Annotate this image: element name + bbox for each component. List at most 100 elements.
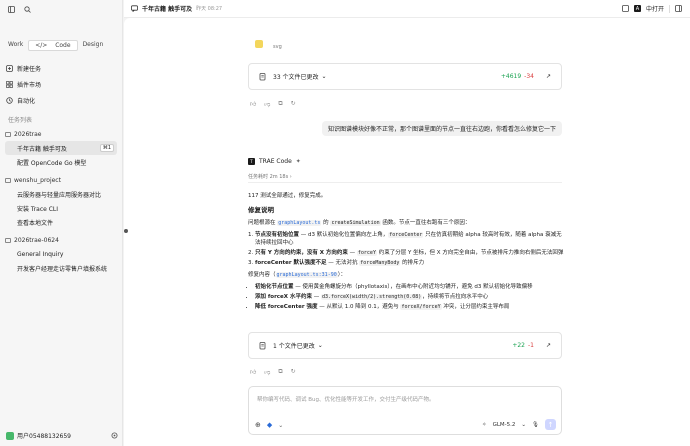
page-title: 千年古籍 触手可及 bbox=[142, 6, 193, 13]
thread-item[interactable]: 查看本地文件 bbox=[5, 215, 117, 229]
lines-added: +4619 bbox=[500, 73, 522, 80]
model-select[interactable]: GLM-5.2 bbox=[493, 422, 516, 428]
thumbs-down-icon[interactable]: 👎︎ bbox=[264, 100, 270, 108]
thread-item[interactable]: 安装 Trace CLI bbox=[5, 201, 117, 215]
nav-automation-label: 自动化 bbox=[17, 97, 36, 105]
mode-tab-code-label: Code bbox=[55, 42, 71, 49]
text: 的排斥力 bbox=[400, 260, 425, 266]
thread-item[interactable]: General Inquiry bbox=[5, 247, 117, 261]
text: ）： bbox=[337, 272, 346, 278]
top-bar: 千年古籍 触手可及 昨天 08:27 A 中打开 bbox=[124, 0, 690, 18]
thread-time: 昨天 08:27 bbox=[196, 6, 223, 12]
context-icon[interactable]: ◆ bbox=[267, 421, 272, 429]
text: — 从默认 1.0 降到 0.1，避免与 bbox=[317, 304, 401, 310]
files-icon bbox=[259, 341, 267, 350]
sidebar-nav: 新建任务 插件市场 自动化 bbox=[6, 60, 118, 108]
thread-title-area: 千年古籍 触手可及 昨天 08:27 bbox=[131, 4, 222, 13]
nav-plugins-label: 插件市场 bbox=[17, 81, 42, 89]
copy-icon[interactable]: ⧉ bbox=[278, 100, 282, 108]
user-message: 知识图谱模块好像不正常，那个图谱里面的节点一直往右边跑，你看看怎么修复它一下 bbox=[321, 121, 562, 136]
list-item: 添加 forceX 水平约束 — d3.forceX(width/2).stre… bbox=[255, 293, 564, 301]
causes-list: 节点没有初始位置 — d3 默认初始化位置偏向左上角，forceCenter 只… bbox=[255, 231, 564, 267]
mode-tab-design[interactable]: Design bbox=[80, 40, 107, 51]
attach-icon[interactable]: ⊕ bbox=[255, 421, 261, 429]
list-item: 节点没有初始位置 — d3 默认初始化位置偏向左上角，forceCenter 只… bbox=[255, 231, 564, 247]
composer[interactable]: 帮你编写代码、调试 Bug、优化性能等开发工作，交付生产级代码产物。 ⊕ ◆ ⌄… bbox=[248, 386, 562, 435]
nav-automation[interactable]: 自动化 bbox=[6, 92, 118, 108]
list-item: 只有 Y 方向的约束，没有 X 方向约束 — forceY 约束了分层 Y 坐标… bbox=[255, 249, 564, 257]
sidebar-toggle-icon[interactable] bbox=[8, 5, 15, 13]
gear-icon[interactable] bbox=[111, 432, 118, 439]
list-item: forceCenter 默认强度不足 — 无法对抗 forceManyBody … bbox=[255, 259, 564, 267]
sparkle-icon: ✦ bbox=[295, 158, 301, 165]
window-icon[interactable] bbox=[622, 5, 629, 12]
inline-code: forceCenter bbox=[388, 232, 424, 238]
avatar[interactable] bbox=[6, 431, 14, 440]
text: — 使用黄金角螺旋分布（phyllotaxis），在画布中心附近均匀铺开，避免 … bbox=[293, 284, 533, 290]
refresh-icon[interactable]: ↻ bbox=[291, 100, 296, 108]
text: 问题根源在 bbox=[248, 220, 276, 226]
nav-plugins[interactable]: 插件市场 bbox=[6, 76, 118, 92]
divider bbox=[669, 4, 670, 13]
nav-new-task[interactable]: 新建任务 bbox=[6, 60, 118, 76]
search-icon[interactable] bbox=[24, 5, 31, 13]
thread-item[interactable]: 开发客户经理走访零售户填报系统 bbox=[5, 261, 117, 275]
text: — bbox=[311, 294, 321, 300]
thread-item-selected[interactable]: 千年古籍 触手可及 ⌘1 bbox=[5, 141, 117, 155]
open-in-label[interactable]: 中打开 bbox=[646, 4, 664, 13]
agent-name: TRAE Code bbox=[259, 158, 292, 165]
list-item: 降低 forceCenter 强度 — 从默认 1.0 降到 0.1，避免与 f… bbox=[255, 303, 564, 311]
user-bar: 用户05488132659 bbox=[6, 431, 118, 440]
mode-tab-code[interactable]: </> Code bbox=[28, 40, 78, 51]
thumbs-down-icon[interactable]: 👎︎ bbox=[264, 368, 270, 376]
scroll-indicator[interactable] bbox=[124, 229, 128, 233]
file-link[interactable]: graphLayout.ts bbox=[277, 220, 322, 226]
arrow-up-icon: ↑ bbox=[547, 420, 554, 429]
text: — 无法对抗 bbox=[326, 260, 360, 266]
inline-code: forceX/forceY bbox=[400, 304, 442, 310]
chat-icon bbox=[131, 5, 138, 12]
file-type-label: svg bbox=[273, 44, 282, 50]
intro-paragraph: 问题根源在 graphLayout.ts 的 createSimulation … bbox=[248, 219, 564, 227]
thread-item[interactable]: 云服务器与轻量应用服务器对比 bbox=[5, 187, 117, 201]
mic-icon[interactable]: 🎙︎ bbox=[532, 422, 539, 428]
response-heading: 修复说明 bbox=[248, 206, 274, 214]
composer-input[interactable]: 帮你编写代码、调试 Bug、优化性能等开发工作，交付生产级代码产物。 bbox=[257, 395, 435, 403]
summary-text: 117 测试全部通过，修复完成。 bbox=[248, 193, 327, 199]
lines-added: +22 bbox=[512, 342, 525, 349]
open-arrow-icon[interactable]: ↗ bbox=[546, 342, 551, 349]
thread-label: 开发客户经理走访零售户填报系统 bbox=[17, 265, 108, 273]
folder-icon bbox=[5, 177, 11, 183]
task-elapsed[interactable]: 任务耗时 2m 18s › bbox=[248, 173, 292, 180]
automation-icon bbox=[6, 96, 13, 104]
project-2026trae-0624[interactable]: 2026trae-0624 bbox=[5, 233, 117, 247]
chevron-down-icon[interactable]: ⌄ bbox=[278, 422, 283, 429]
thumbs-up-icon[interactable]: 👍︎ bbox=[250, 368, 256, 376]
file-changes-card[interactable]: 33 个文件已更改 ⌄ +4619 -34 ↗ bbox=[248, 63, 562, 90]
thumbs-up-icon[interactable]: 👍︎ bbox=[250, 100, 256, 108]
project-name: 2026trae-0624 bbox=[14, 236, 59, 244]
send-button[interactable]: ↑ bbox=[545, 419, 556, 430]
project-wenshu[interactable]: wenshu_project bbox=[5, 173, 117, 187]
thread-label: 查看本地文件 bbox=[17, 219, 54, 227]
user-name: 用户05488132659 bbox=[17, 433, 71, 440]
text: 的 bbox=[323, 220, 329, 226]
refresh-icon[interactable]: ↻ bbox=[291, 368, 296, 376]
composer-tools: ⊕ ◆ ⌄ bbox=[255, 421, 283, 429]
file-changes-card[interactable]: 1 个文件已更改 ⌄ +22 -1 ↗ bbox=[248, 332, 562, 359]
panel-toggle-icon[interactable] bbox=[675, 5, 682, 12]
inline-code: d3.forceX(width/2).strength(0.08) bbox=[320, 294, 423, 300]
project-2026trae[interactable]: 2026trae bbox=[5, 127, 117, 141]
top-bar-actions: A 中打开 bbox=[622, 4, 682, 13]
mode-tab-work[interactable]: Work bbox=[5, 40, 26, 51]
changes-label: 33 个文件已更改 bbox=[273, 74, 319, 81]
open-arrow-icon[interactable]: ↗ bbox=[546, 73, 551, 80]
file-link[interactable]: graphLayout.ts:31-90 bbox=[275, 272, 338, 278]
project-name: wenshu_project bbox=[14, 176, 61, 184]
project-name: 2026trae bbox=[14, 130, 42, 138]
bold-text: 只有 Y 方向的约束，没有 X 方向约束 bbox=[255, 250, 348, 256]
copy-icon[interactable]: ⧉ bbox=[278, 368, 282, 376]
files-icon bbox=[259, 72, 267, 81]
chevron-down-icon: ⌄ bbox=[521, 421, 527, 428]
thread-item[interactable]: 配置 OpenCode Go 模型 bbox=[5, 155, 117, 169]
